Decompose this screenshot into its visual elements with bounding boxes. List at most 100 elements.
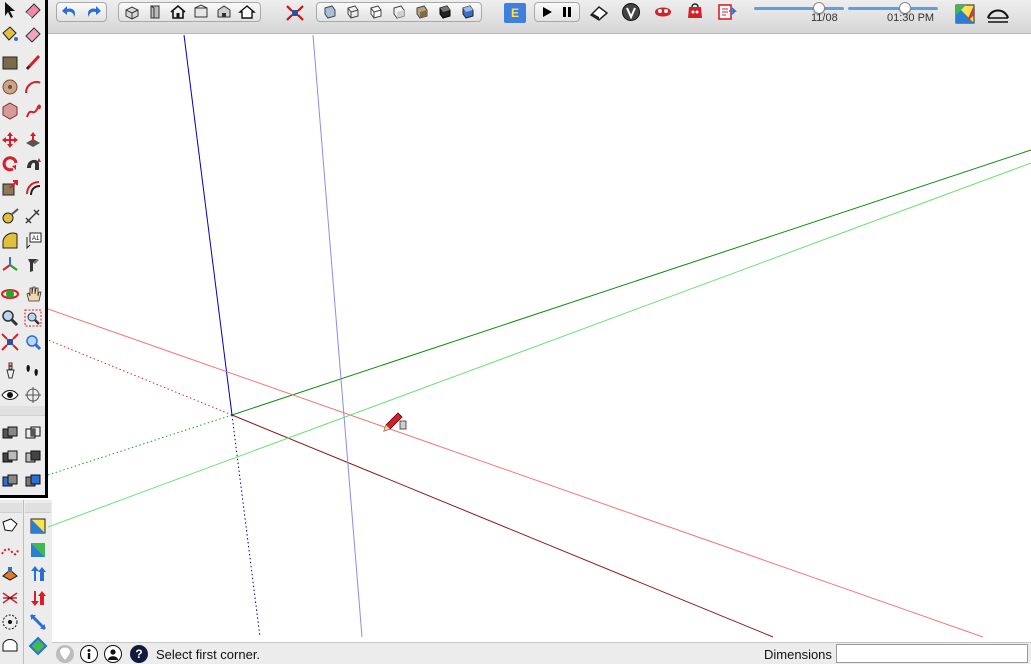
solid-union-icon[interactable] (0, 424, 20, 444)
walk-icon[interactable] (23, 361, 43, 381)
monochrome-icon[interactable] (434, 3, 456, 21)
solid-tools-palette-header[interactable] (0, 406, 45, 416)
pan-icon[interactable] (23, 284, 43, 304)
standard-views-group (118, 2, 261, 22)
hidden-line-icon[interactable] (365, 3, 387, 21)
solid-outer-shell-icon[interactable] (23, 472, 43, 492)
solid-trim-icon[interactable] (23, 448, 43, 468)
shadow-date-label: 11/08 (811, 12, 838, 24)
xray-icon[interactable] (319, 3, 341, 21)
zoom-extents-icon[interactable] (0, 332, 20, 352)
sandbox-add-detail-icon[interactable] (0, 612, 20, 632)
back-edges-icon[interactable] (457, 3, 479, 21)
position-camera-icon[interactable] (0, 361, 20, 381)
vray-icon[interactable] (620, 3, 642, 21)
dimensions-label: Dimensions (764, 647, 832, 662)
help-icon[interactable]: ? (130, 645, 148, 663)
eraser-style-icon[interactable] (588, 4, 610, 22)
sandbox-flip-edge-icon[interactable] (0, 636, 20, 656)
zoom-extents-icon[interactable] (284, 4, 306, 22)
pause-icon[interactable] (558, 3, 578, 21)
shaded-textures-icon[interactable] (411, 3, 433, 21)
red-axis (231, 414, 774, 638)
face-styles-group (316, 2, 482, 22)
dimensions-input[interactable] (836, 644, 1028, 663)
shadow-time-track[interactable] (848, 7, 938, 10)
blue-axis-negative (231, 414, 261, 638)
freehand-icon[interactable] (23, 101, 43, 121)
animation-controls (534, 2, 580, 22)
text-icon[interactable]: A1 (23, 231, 43, 251)
component-browser-icon[interactable] (952, 1, 978, 27)
back-view-icon[interactable] (236, 3, 258, 21)
warehouse-icon[interactable] (652, 3, 674, 21)
user-icon[interactable] (104, 645, 122, 663)
extension-e-label: E (510, 6, 519, 20)
paint-bucket-icon[interactable] (0, 24, 20, 44)
geo-location-icon[interactable] (56, 645, 74, 663)
shadow-time-label: 01:30 PM (887, 12, 935, 24)
sandbox-drape-icon[interactable] (0, 588, 20, 608)
rotate-icon[interactable] (0, 154, 20, 174)
circle-icon[interactable] (0, 77, 20, 97)
push-pull-icon[interactable] (23, 130, 43, 150)
red-guide-line (48, 308, 984, 638)
shaded-icon[interactable] (388, 3, 410, 21)
line-icon[interactable] (23, 53, 43, 73)
undo-icon[interactable] (59, 3, 81, 21)
ruby-icon[interactable] (28, 540, 48, 560)
credits-icon[interactable] (80, 645, 98, 663)
solid-split-icon[interactable] (0, 472, 20, 492)
protractor-icon[interactable] (0, 231, 20, 251)
extension-e-icon[interactable]: E (504, 3, 526, 23)
sandbox-smoove-icon[interactable] (0, 540, 20, 560)
solid-intersect-icon[interactable] (23, 424, 43, 444)
arrows-down-icon[interactable] (28, 588, 48, 608)
redo-icon[interactable] (82, 3, 104, 21)
axes-icon[interactable] (0, 255, 20, 275)
drawing-viewport[interactable] (48, 35, 1031, 642)
zoom-icon[interactable] (0, 308, 20, 328)
svg-text:A1: A1 (32, 236, 40, 242)
look-around-icon[interactable] (0, 385, 20, 405)
dimension-icon[interactable] (23, 207, 43, 227)
iso-view-icon[interactable] (121, 3, 143, 21)
sandbox-icon[interactable] (984, 2, 1012, 28)
offset-icon[interactable] (23, 178, 43, 198)
right-view-icon[interactable] (213, 3, 235, 21)
sandbox-palette-header[interactable] (0, 503, 22, 513)
select-icon[interactable] (0, 0, 20, 20)
extension-warehouse-icon[interactable] (684, 3, 706, 21)
main-toolbar: E 11/08 01:30 PM (48, 0, 1031, 34)
arc-icon[interactable] (23, 77, 43, 97)
previous-view-icon[interactable] (23, 332, 43, 352)
scale-diagonal-icon[interactable] (28, 612, 48, 632)
section-plane-icon[interactable] (23, 385, 43, 405)
play-icon[interactable] (537, 3, 557, 21)
zoom-window-icon[interactable] (23, 308, 43, 328)
eraser-icon[interactable] (23, 0, 43, 20)
follow-me-icon[interactable] (23, 154, 43, 174)
wireframe-icon[interactable] (342, 3, 364, 21)
scale-icon[interactable] (0, 178, 20, 198)
sandbox-stamp-icon[interactable] (0, 564, 20, 584)
sandbox-from-contours-icon[interactable] (0, 516, 20, 536)
component-blue-icon[interactable] (28, 516, 48, 536)
solid-subtract-icon[interactable] (0, 448, 20, 468)
orbit-icon[interactable] (0, 284, 20, 304)
arrows-up-icon[interactable] (28, 564, 48, 584)
home-icon[interactable] (167, 3, 189, 21)
3d-text-icon[interactable] (23, 255, 43, 275)
polygon-icon[interactable] (0, 101, 20, 121)
shadow-date-track[interactable] (754, 7, 844, 10)
rectangle-icon[interactable] (0, 53, 20, 73)
move-icon[interactable] (0, 130, 20, 150)
front-view-icon[interactable] (190, 3, 212, 21)
top-view-icon[interactable] (144, 3, 166, 21)
eraser-alt-icon[interactable] (23, 24, 43, 44)
shadow-date-slider[interactable]: 11/08 (754, 1, 844, 33)
layout-send-icon[interactable] (716, 3, 738, 21)
shadow-time-slider[interactable]: 01:30 PM (848, 1, 938, 33)
square-blue-icon[interactable] (28, 636, 48, 656)
tape-measure-icon[interactable] (0, 207, 20, 227)
